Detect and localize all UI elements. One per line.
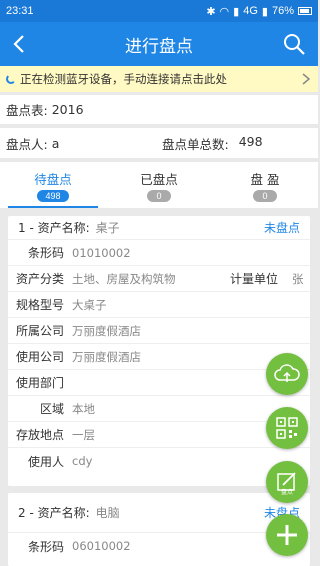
- field-value: 土地、房屋及构筑物: [72, 271, 176, 286]
- bluetooth-icon: ✱: [206, 5, 216, 18]
- total-value: 498: [238, 133, 263, 149]
- upload-cloud-button[interactable]: [266, 353, 308, 395]
- asset-card[interactable]: 2 - 资产名称: 电脑 未盘点 条形码 06010002: [8, 493, 310, 566]
- network-type: 4G: [243, 5, 258, 17]
- field-label: 资产分类: [15, 272, 64, 286]
- asset-index-label: 1 - 资产名称:: [18, 221, 90, 235]
- tab-count-badge: 0: [253, 189, 277, 202]
- asset-card[interactable]: 1 - 资产名称: 桌子 未盘点 条形码 01010002 资产分类 土地、房屋…: [8, 216, 310, 486]
- person-value: a: [51, 135, 60, 151]
- field-label: 条形码: [27, 246, 64, 260]
- tab-pending[interactable]: 待盘点 498: [0, 162, 106, 208]
- field-value: 一层: [72, 427, 95, 442]
- field-value: 01010002: [72, 245, 131, 260]
- chevron-right-icon: [302, 73, 311, 85]
- field-value: 张: [292, 271, 304, 286]
- cloud-upload-icon: [274, 364, 300, 382]
- field-value: 万丽度假酒店: [72, 349, 141, 364]
- scan-qr-button[interactable]: [266, 407, 308, 449]
- asset-card-header: 1 - 资产名称: 桌子 未盘点: [8, 216, 310, 240]
- field-row: 区域 本地: [8, 396, 310, 422]
- status-bar: 23:31 ✱ ◠ ▮ 4G ▮ 76%: [0, 0, 318, 22]
- asset-card-header: 2 - 资产名称: 电脑 未盘点: [8, 493, 310, 533]
- field-row: 使用部门: [8, 370, 310, 396]
- asset-name: 桌子: [95, 221, 120, 235]
- tab-count-badge: 0: [147, 189, 171, 202]
- field-label: 存放地点: [15, 428, 64, 442]
- field-value: 大桌子: [72, 297, 107, 312]
- tab-label: 待盘点: [34, 171, 72, 187]
- field-row: 条形码 01010002: [8, 240, 310, 266]
- plus-icon: [277, 525, 297, 545]
- title-bar: 进行盘点: [0, 22, 318, 66]
- total-label: 盘点单总数:: [162, 136, 229, 152]
- field-value: 06010002: [72, 539, 131, 553]
- signal-icon: ▮: [233, 5, 240, 18]
- add-button[interactable]: [266, 514, 308, 556]
- field-row: 使用人 cdy: [8, 448, 310, 474]
- field-row: 所属公司 万丽度假酒店: [8, 318, 310, 344]
- field-label: 使用部门: [15, 376, 64, 390]
- battery-percent: 76%: [271, 5, 294, 17]
- field-label: 使用公司: [15, 350, 64, 364]
- sheet-row: 盘点表: 2016: [0, 95, 318, 124]
- status-icons: ✱ ◠ ▮ 4G ▮ 76%: [206, 5, 312, 18]
- asset-status: 未盘点: [263, 221, 300, 235]
- tab-surplus[interactable]: 盘 盈 0: [212, 162, 318, 208]
- field-label: 规格型号: [15, 298, 64, 312]
- loading-spinner-icon: [6, 74, 16, 84]
- field-row: 存放地点 一层: [8, 422, 310, 448]
- page-title: 进行盘点: [125, 36, 193, 57]
- field-row: 条形码 06010002: [8, 533, 310, 559]
- active-tab-indicator: [8, 206, 98, 208]
- person-label: 盘点人:: [6, 136, 48, 152]
- inventory-button[interactable]: 盘点: [266, 461, 308, 503]
- qr-code-icon: [276, 417, 298, 439]
- tab-bar: 待盘点 498 已盘点 0 盘 盈 0: [0, 162, 318, 208]
- asset-name: 电脑: [95, 506, 120, 520]
- field-row: 使用公司 万丽度假酒店: [8, 344, 310, 370]
- asset-index-label: 2 - 资产名称:: [18, 506, 90, 520]
- wifi-icon: ◠: [219, 5, 230, 18]
- search-icon[interactable]: [282, 32, 306, 56]
- field-value: 本地: [72, 401, 95, 416]
- field-label: 条形码: [27, 539, 64, 554]
- field-value: 万丽度假酒店: [72, 323, 141, 338]
- field-value: cdy: [72, 454, 93, 468]
- battery-icon: [298, 7, 312, 15]
- signal-bars-icon: ▮: [261, 5, 268, 18]
- tab-done[interactable]: 已盘点 0: [106, 162, 212, 208]
- person-row: 盘点人: a 盘点单总数: 498: [0, 128, 318, 158]
- sheet-label: 盘点表:: [6, 103, 48, 118]
- tab-label: 盘 盈: [250, 171, 280, 187]
- field-row: 资产分类 土地、房屋及构筑物 计量单位 张: [8, 266, 310, 292]
- field-label: 所属公司: [15, 324, 64, 338]
- bluetooth-notice-banner[interactable]: 正在检测蓝牙设备，手动连接请点击此处: [0, 66, 318, 92]
- notice-text: 正在检测蓝牙设备，手动连接请点击此处: [20, 72, 227, 86]
- field-label: 计量单位: [230, 272, 279, 286]
- back-arrow-icon[interactable]: [8, 32, 32, 56]
- total-group: 盘点单总数: 498: [162, 134, 263, 153]
- field-label: 使用人: [27, 454, 64, 469]
- tab-label: 已盘点: [140, 171, 178, 187]
- field-row: 规格型号 大桌子: [8, 292, 310, 318]
- sheet-value: 2016: [51, 102, 84, 117]
- status-time: 23:31: [6, 5, 34, 17]
- tab-count-badge: 498: [37, 189, 69, 202]
- inventory-button-label: 盘点: [280, 489, 293, 496]
- field-label: 区域: [39, 402, 64, 416]
